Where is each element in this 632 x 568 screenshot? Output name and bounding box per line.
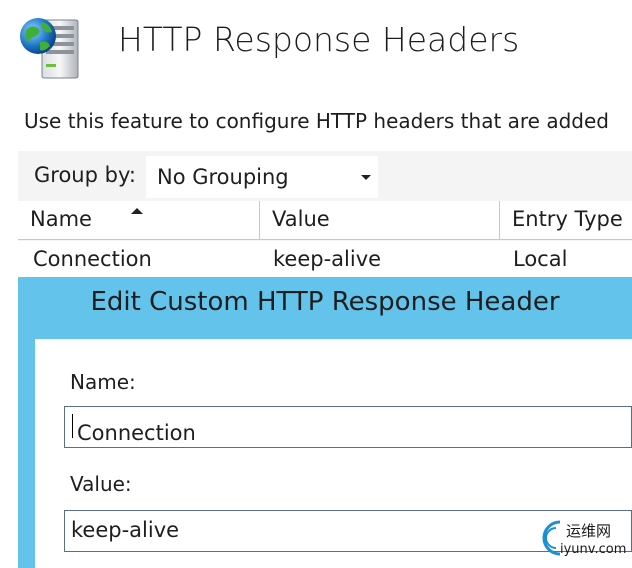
column-header-name-label: Name xyxy=(30,207,92,231)
watermark-text-cn: 运维网 xyxy=(566,522,612,540)
watermark-text-en: iyunv.com xyxy=(560,542,627,557)
column-header-entry-type-label: Entry Type xyxy=(512,207,623,231)
table-row[interactable]: Connection keep-alive Local xyxy=(18,241,632,277)
cell-entry-type: Local xyxy=(513,247,568,271)
dialog-title: Edit Custom HTTP Response Header xyxy=(90,287,560,317)
column-header-value-label: Value xyxy=(272,207,330,231)
group-by-value: No Grouping xyxy=(157,165,289,189)
sort-ascending-icon xyxy=(131,208,143,214)
column-header-name[interactable]: Name xyxy=(18,201,260,240)
name-input[interactable]: Connection xyxy=(64,406,632,448)
name-label: Name: xyxy=(70,370,136,394)
globe-server-icon xyxy=(20,18,79,79)
column-header-value[interactable]: Value xyxy=(260,201,500,240)
column-header-entry-type[interactable]: Entry Type xyxy=(500,201,632,240)
value-input-value: keep-alive xyxy=(71,518,180,542)
name-input-value: Connection xyxy=(77,421,196,445)
cell-name: Connection xyxy=(33,247,152,271)
value-label: Value: xyxy=(70,472,132,496)
page-title: HTTP Response Headers xyxy=(118,20,520,59)
feature-description: Use this feature to configure HTTP heade… xyxy=(24,109,609,133)
cell-value: keep-alive xyxy=(273,247,382,271)
page-icon xyxy=(16,12,86,82)
watermark: 运维网 iyunv.com xyxy=(526,512,630,564)
chevron-down-icon xyxy=(361,175,371,180)
group-by-label: Group by: xyxy=(34,163,136,187)
text-caret xyxy=(72,414,73,438)
group-by-dropdown[interactable]: No Grouping xyxy=(146,156,378,198)
